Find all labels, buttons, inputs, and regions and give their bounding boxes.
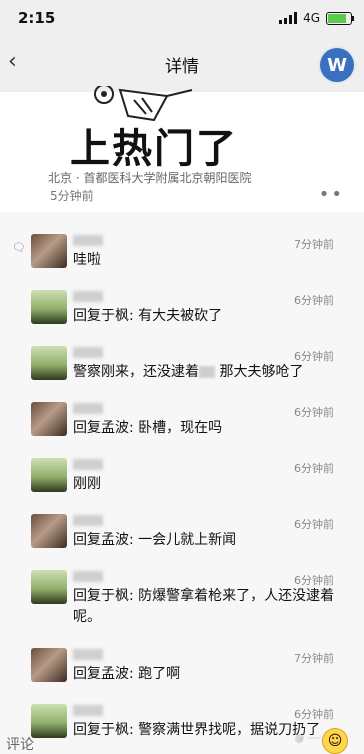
username-blurred[interactable] (73, 459, 103, 470)
username-blurred[interactable] (73, 649, 103, 660)
username-blurred[interactable] (73, 291, 103, 302)
post-time: 5分钟前 (50, 189, 94, 203)
status-bar: 2:15 4G (0, 0, 364, 34)
post-location[interactable]: 北京 · 首都医科大学附属北京朝阳医院 (48, 169, 251, 186)
username-blurred[interactable] (73, 515, 103, 526)
username-blurred[interactable] (73, 571, 103, 582)
username-blurred[interactable] (73, 347, 103, 358)
comment-item[interactable]: 6分钟前 回复孟波: 卧槽，现在吗 (0, 384, 364, 440)
comment-footer: 评论 @ ······ ☺ (0, 728, 364, 754)
comment-item[interactable]: 6分钟前 回复孟波: 一会儿就上新闻 (0, 496, 364, 552)
avatar[interactable] (31, 514, 67, 548)
avatar[interactable] (31, 346, 67, 380)
comment-text: 刚刚 (73, 476, 101, 492)
comment-item[interactable]: 6分钟前 回复于枫: 防爆警拿着枪来了，人还没逮着呢。 (0, 552, 364, 630)
emoji-icon[interactable]: ☺ (322, 728, 348, 754)
avatar[interactable] (31, 402, 67, 436)
post-big-text: 上热门了 (70, 126, 238, 172)
comment-text: 哇啦 (73, 252, 101, 268)
comment-text-part: 那大夫够呛了 (215, 364, 304, 380)
status-time: 2:15 (18, 9, 56, 27)
blurred-mention (199, 366, 215, 378)
avatar[interactable] (31, 648, 67, 682)
network-type: 4G (303, 11, 320, 25)
comment-text-part: 警察刚来，还没逮着 (73, 364, 199, 380)
username-blurred[interactable] (73, 403, 103, 414)
page-title: 详情 (165, 57, 199, 77)
status-indicators: 4G (279, 11, 354, 25)
more-options-icon[interactable]: •• (319, 184, 344, 205)
watermark: @ ······ (294, 734, 324, 744)
comment-item[interactable]: 7分钟前 回复孟波: 跑了啊 (0, 630, 364, 686)
username-blurred[interactable] (73, 235, 103, 246)
comment-text: 回复孟波: 跑了啊 (73, 666, 181, 682)
post-content: 上热门了 北京 · 首都医科大学附属北京朝阳医院 5分钟前 •• (0, 86, 364, 212)
avatar[interactable] (31, 458, 67, 492)
comment-text: 回复于枫: 防爆警拿着枪来了，人还没逮着呢。 (73, 588, 335, 625)
comment-input[interactable]: 评论 (6, 734, 34, 754)
comment-item[interactable]: 🗨 7分钟前 哇啦 (0, 216, 364, 272)
signal-icon (279, 12, 298, 24)
nav-bar: ‹ 详情 W (0, 34, 364, 92)
avatar[interactable] (31, 234, 67, 268)
comment-text: 回复孟波: 一会儿就上新闻 (73, 532, 237, 548)
battery-icon (326, 11, 354, 25)
comment-item[interactable]: 6分钟前 警察刚来，还没逮着 那大夫够呛了 (0, 328, 364, 384)
comment-icon: 🗨 (12, 241, 26, 254)
comment-text: 回复孟波: 卧槽，现在吗 (73, 420, 223, 436)
avatar[interactable] (31, 570, 67, 604)
comment-item[interactable]: 6分钟前 回复于枫: 有大夫被砍了 (0, 272, 364, 328)
comment-list: 🗨 7分钟前 哇啦 6分钟前 回复于枫: 有大夫被砍了 6分钟前 警察刚来，还没… (0, 216, 364, 742)
username-blurred[interactable] (73, 705, 103, 716)
comment-text: 回复于枫: 有大夫被砍了 (73, 308, 223, 324)
avatar[interactable] (31, 290, 67, 324)
comment-item[interactable]: 6分钟前 刚刚 (0, 440, 364, 496)
app-avatar-button[interactable]: W (320, 48, 354, 82)
comment-text: 警察刚来，还没逮着 那大夫够呛了 (73, 362, 343, 383)
